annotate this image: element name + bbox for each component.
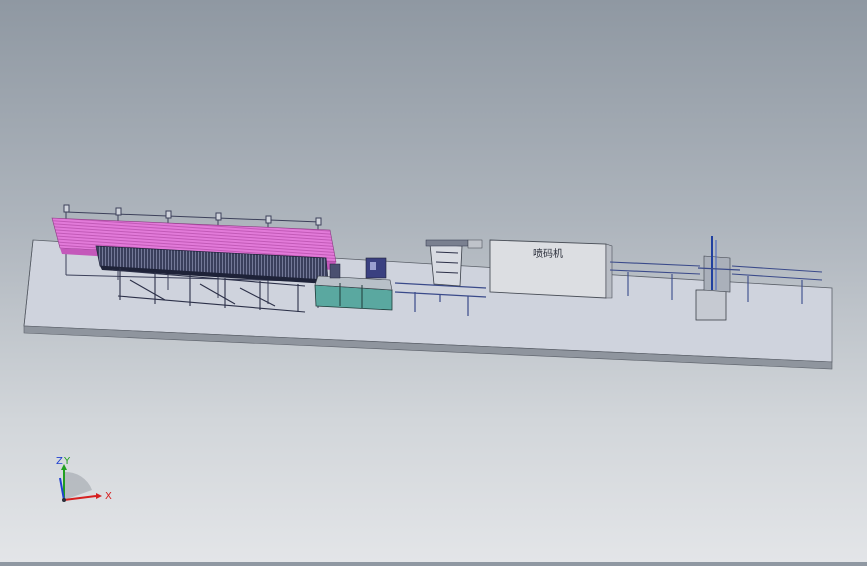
printer-label: 喷码机 (533, 247, 563, 260)
triad-y-label: Y (63, 456, 71, 467)
cad-viewport[interactable]: 喷码机 X Y Z (0, 0, 867, 562)
orientation-triad[interactable]: X Y Z (56, 456, 112, 502)
triad-z-label: Z (56, 456, 63, 467)
triad-x-label: X (105, 491, 112, 502)
inkjet-printer-housing: 喷码机 (489, 239, 613, 299)
